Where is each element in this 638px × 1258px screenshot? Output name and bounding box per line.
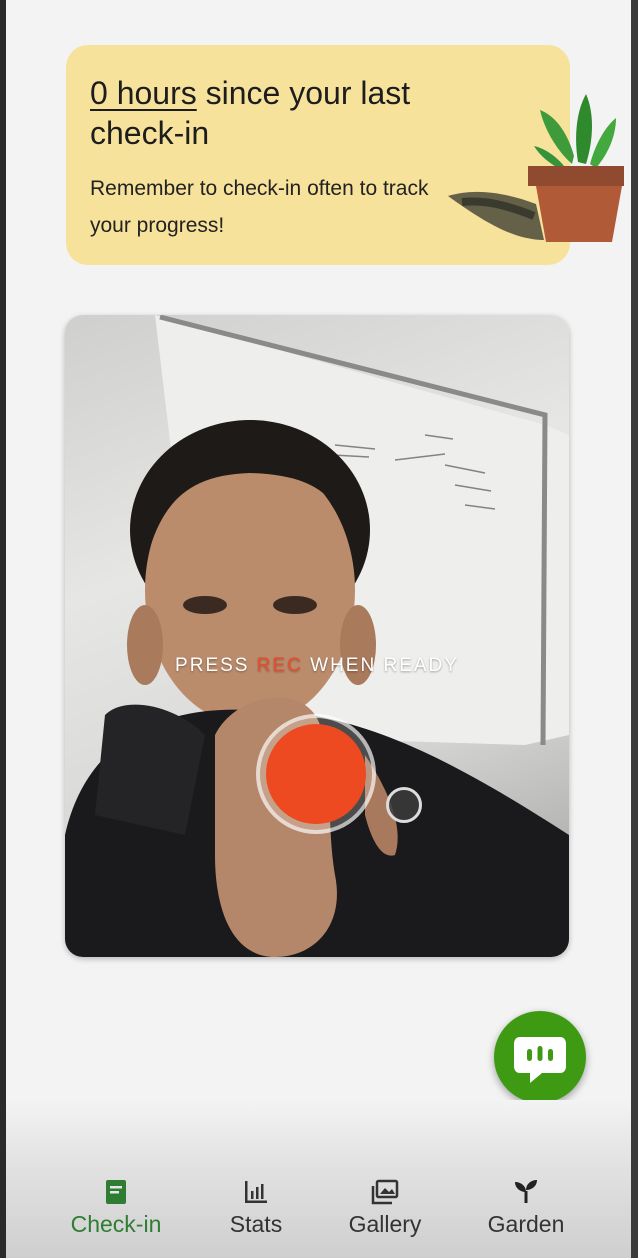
prompt-rec-word: REC <box>256 655 303 676</box>
camera-preview: PRESS REC WHEN READY <box>65 315 569 957</box>
nav-label-check-in: Check-in <box>70 1211 162 1237</box>
nav-item-gallery[interactable]: Gallery <box>315 1175 455 1238</box>
banner-message: Remember to check-in often to track your… <box>90 177 429 237</box>
nav-label-stats: Stats <box>229 1211 283 1237</box>
app-screen: 0 hours since your last check-in Remembe… <box>6 0 631 1258</box>
nav-label-gallery: Gallery <box>348 1211 422 1237</box>
switch-camera-button[interactable] <box>386 787 422 823</box>
record-prompt: PRESS REC WHEN READY <box>65 655 569 677</box>
banner-title: 0 hours since your last check-in <box>90 73 470 153</box>
prompt-text-after: WHEN READY <box>302 655 459 676</box>
nav-item-garden[interactable]: Garden <box>456 1175 596 1238</box>
bar-chart-icon <box>245 1181 267 1203</box>
chat-bubble-icon <box>514 1037 566 1083</box>
sprout-icon <box>515 1180 537 1203</box>
prompt-text-before: PRESS <box>175 655 257 676</box>
record-button[interactable] <box>266 724 366 824</box>
potted-plant-illustration <box>448 94 624 242</box>
nav-item-check-in[interactable]: Check-in <box>46 1175 186 1238</box>
nav-label-garden: Garden <box>487 1211 565 1237</box>
chat-button[interactable] <box>494 1011 586 1103</box>
nav-item-stats[interactable]: Stats <box>186 1175 326 1238</box>
bottom-navigation: Check-in Stats Gallery Garden <box>6 1175 631 1245</box>
device-frame-right <box>631 0 638 1258</box>
book-icon <box>106 1180 126 1204</box>
image-icon <box>371 1179 399 1205</box>
camera-feed-image <box>65 315 569 957</box>
hours-since-checkin: 0 hours <box>90 75 197 111</box>
